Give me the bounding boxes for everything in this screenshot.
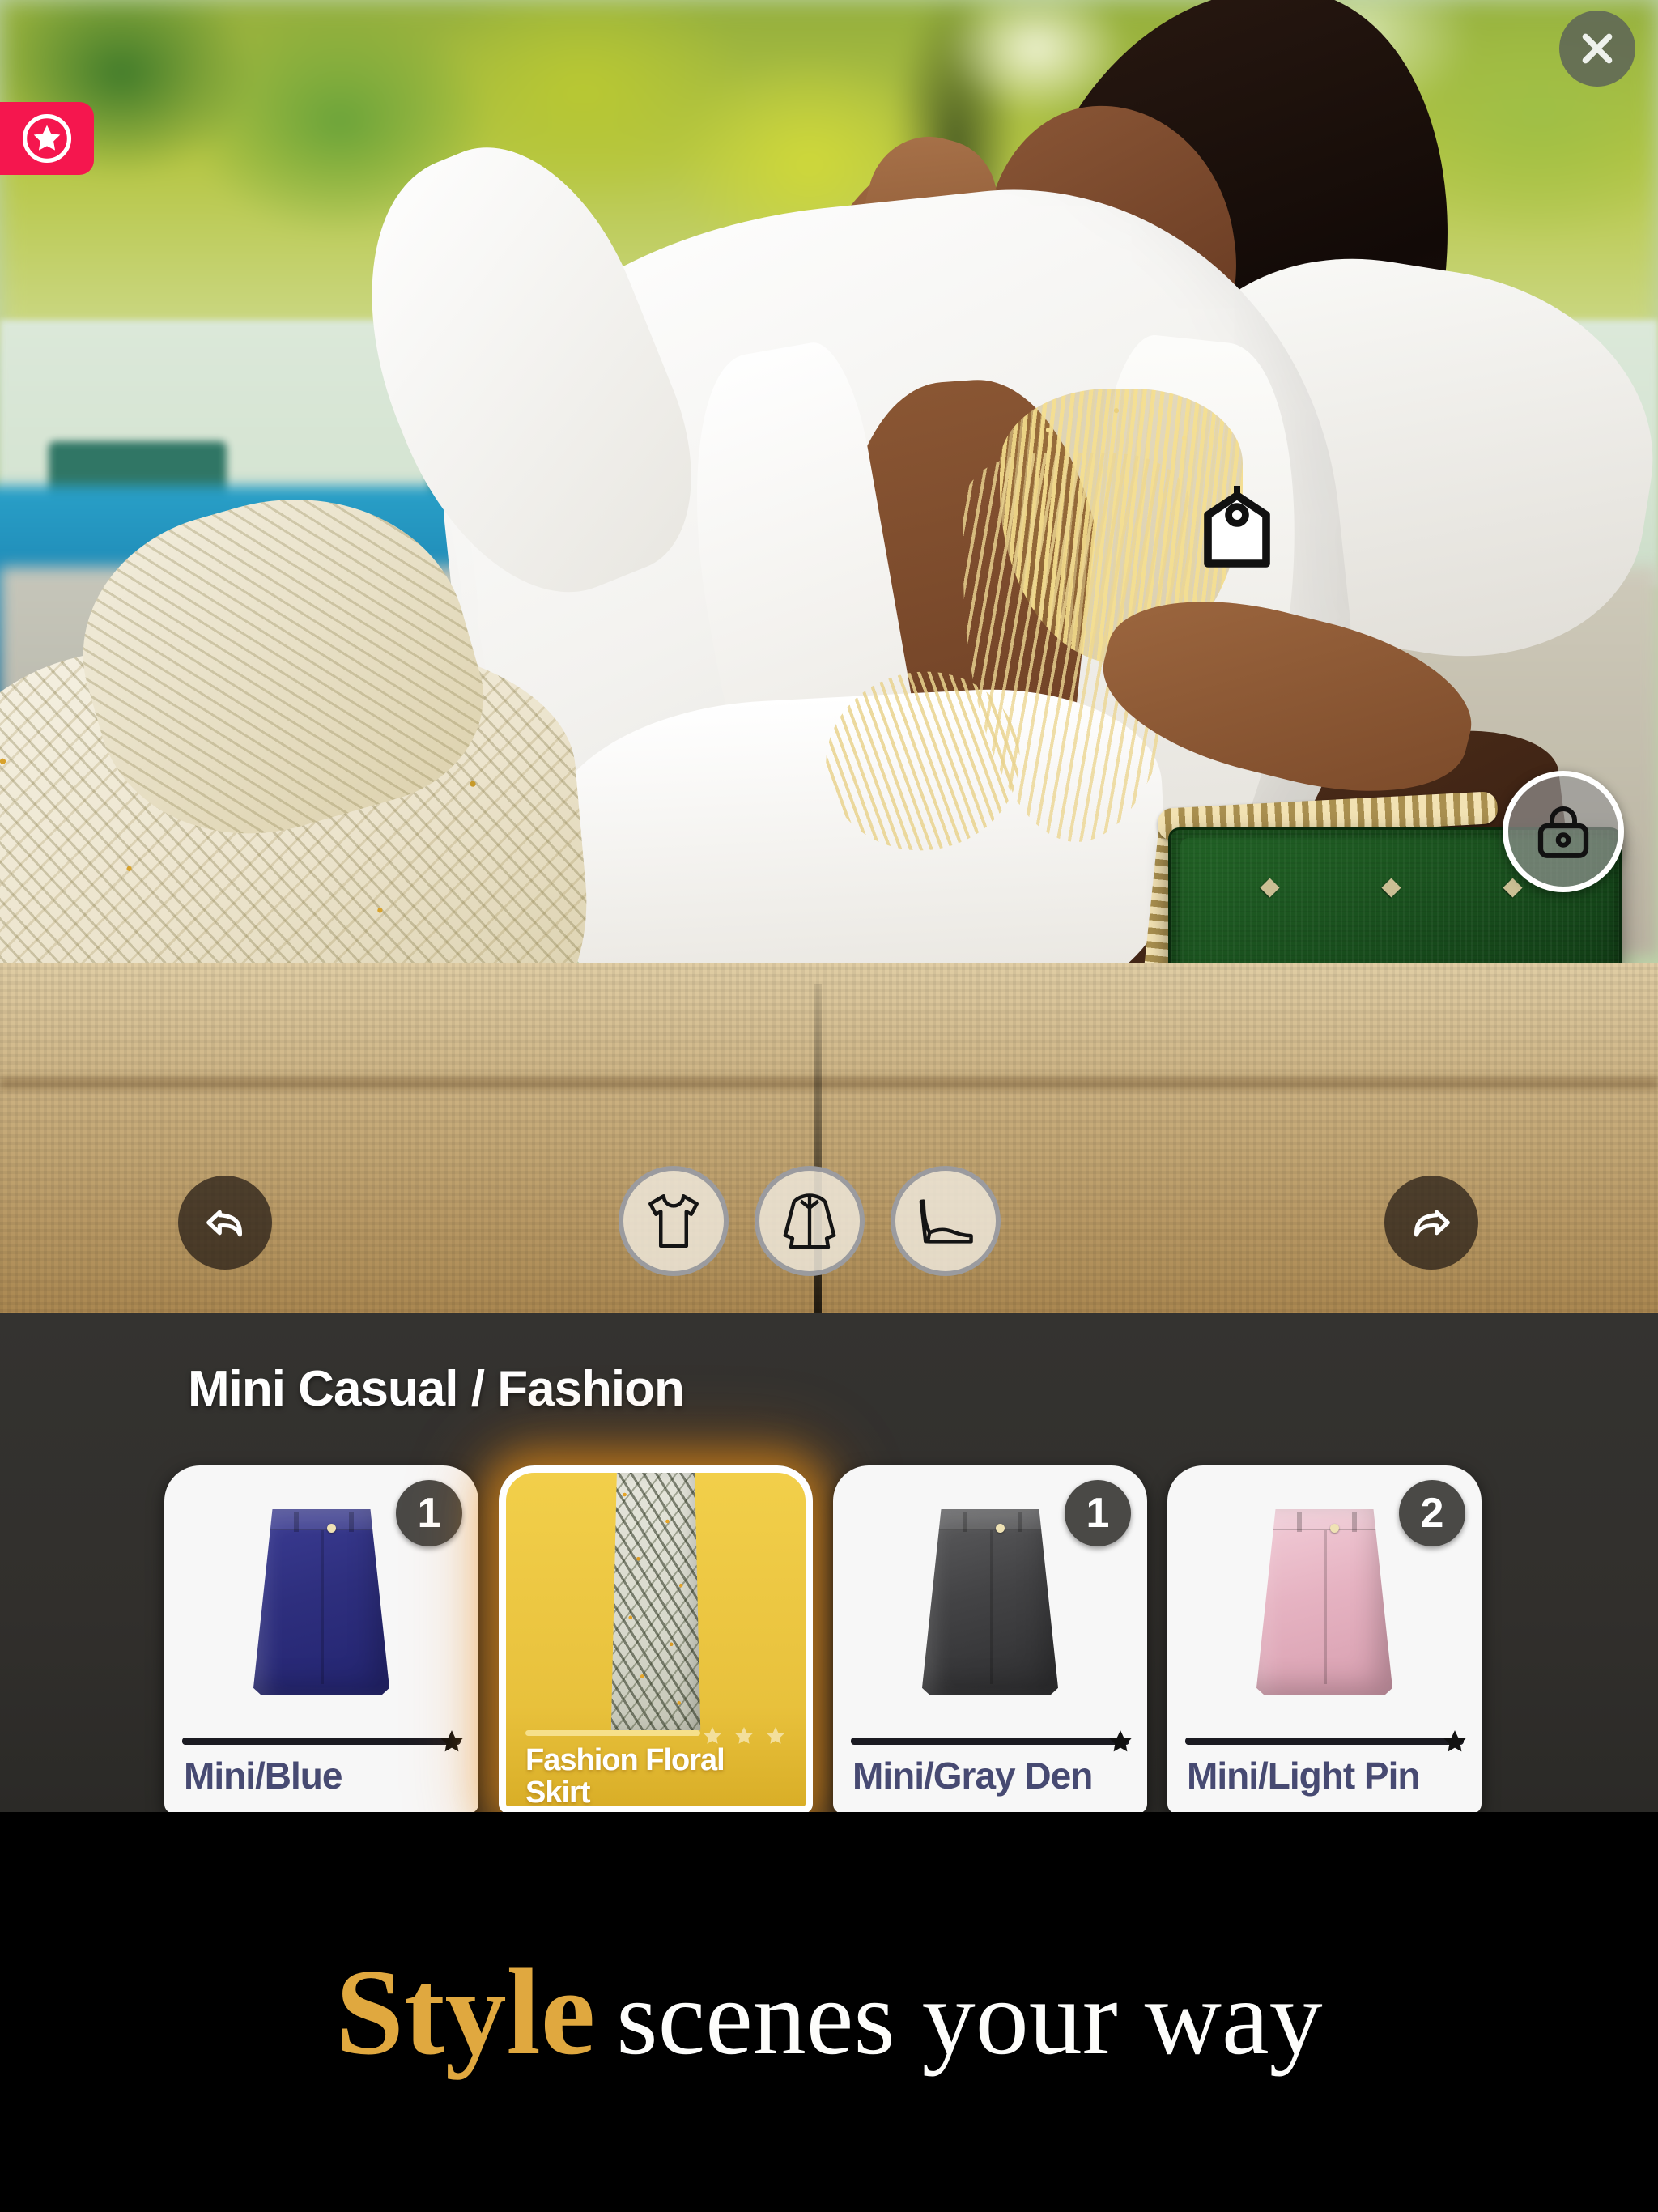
item-thumbnail (506, 1473, 806, 1735)
necklace-tag-hotspot[interactable] (1198, 483, 1276, 573)
price-tag-icon (1204, 486, 1270, 568)
skirt-button (995, 1524, 1005, 1533)
rarity-star-icon (440, 1730, 463, 1752)
item-card-selected[interactable]: Fashion Floral Skirt (499, 1465, 813, 1814)
item-card[interactable]: 2 Mini/Light Pin (1167, 1465, 1482, 1814)
scene-viewport[interactable] (0, 0, 1658, 1313)
item-rarity-bar (851, 1738, 1129, 1745)
coat-icon (783, 1193, 836, 1249)
undo-button[interactable] (178, 1176, 272, 1270)
favorite-badge[interactable] (0, 102, 94, 175)
close-button[interactable] (1559, 11, 1635, 87)
skirt-seam (1324, 1530, 1327, 1684)
rarity-star-icon (1443, 1730, 1466, 1752)
item-quantity-badge: 1 (396, 1480, 462, 1546)
item-card[interactable]: 1 Mini/Gray Den (833, 1465, 1147, 1814)
promo-accent-word: Style (335, 1944, 596, 2080)
skirt-seam (321, 1530, 324, 1684)
category-button-shoes[interactable] (891, 1166, 1001, 1276)
skirt-belt-loop (1351, 1512, 1357, 1532)
skirt-shape-long (610, 1473, 701, 1735)
handbag-icon (1537, 806, 1589, 858)
close-icon (1582, 33, 1613, 64)
skirt-button (1329, 1524, 1339, 1533)
skirt-waistband (922, 1509, 1058, 1530)
item-quantity-badge: 2 (1399, 1480, 1465, 1546)
skirt-shape (922, 1509, 1058, 1695)
item-label: Mini/Light Pin (1187, 1755, 1421, 1797)
daybed-edge (0, 1077, 1658, 1090)
tshirt-icon (648, 1193, 699, 1249)
item-rarity-bar (182, 1738, 461, 1745)
item-label: Mini/Blue (184, 1755, 342, 1797)
category-button-outerwear[interactable] (755, 1166, 865, 1276)
item-card[interactable]: 1 Mini/Blue (164, 1465, 478, 1814)
rarity-star-icon (1109, 1730, 1132, 1752)
skirt-belt-loop (348, 1512, 354, 1532)
redo-button[interactable] (1384, 1176, 1478, 1270)
undo-arrow-icon (206, 1210, 242, 1237)
skirt-belt-loop (1297, 1512, 1303, 1532)
skirt-belt-loop (1017, 1512, 1022, 1532)
promo-rest-text: scenes your way (616, 1958, 1323, 2077)
handbag-hotspot-button[interactable] (1503, 771, 1624, 892)
star-circle-icon (22, 113, 72, 164)
app-root: Mini Casual / Fashion 1 Mini/Blue Fashio… (0, 0, 1658, 2212)
promo-banner-text: Style scenes your way (335, 1942, 1322, 2082)
skirt-button (326, 1524, 336, 1533)
skirt-shape (253, 1509, 389, 1695)
item-card-list[interactable]: 1 Mini/Blue Fashion Floral Skirt 1 Mini/… (0, 1465, 1658, 1814)
skirt-belt-loop (294, 1512, 300, 1532)
panel-title: Mini Casual / Fashion (188, 1361, 685, 1417)
skirt-waistband (1256, 1509, 1392, 1530)
item-rarity-bar (525, 1730, 700, 1736)
high-heel-icon (919, 1199, 973, 1244)
item-quantity-badge: 1 (1065, 1480, 1131, 1546)
skirt-shape (1256, 1509, 1392, 1695)
item-label: Mini/Gray Den (852, 1755, 1093, 1797)
promo-banner: Style scenes your way (0, 1812, 1658, 2212)
category-button-row (619, 1166, 1001, 1276)
skirt-belt-loop (963, 1512, 968, 1532)
redo-arrow-icon (1414, 1210, 1450, 1237)
item-rarity-bar (1185, 1738, 1464, 1745)
category-button-tops[interactable] (619, 1166, 729, 1276)
item-label: Fashion Floral Skirt (525, 1745, 725, 1810)
skirt-seam (990, 1530, 993, 1684)
skirt-waistband (253, 1509, 389, 1530)
